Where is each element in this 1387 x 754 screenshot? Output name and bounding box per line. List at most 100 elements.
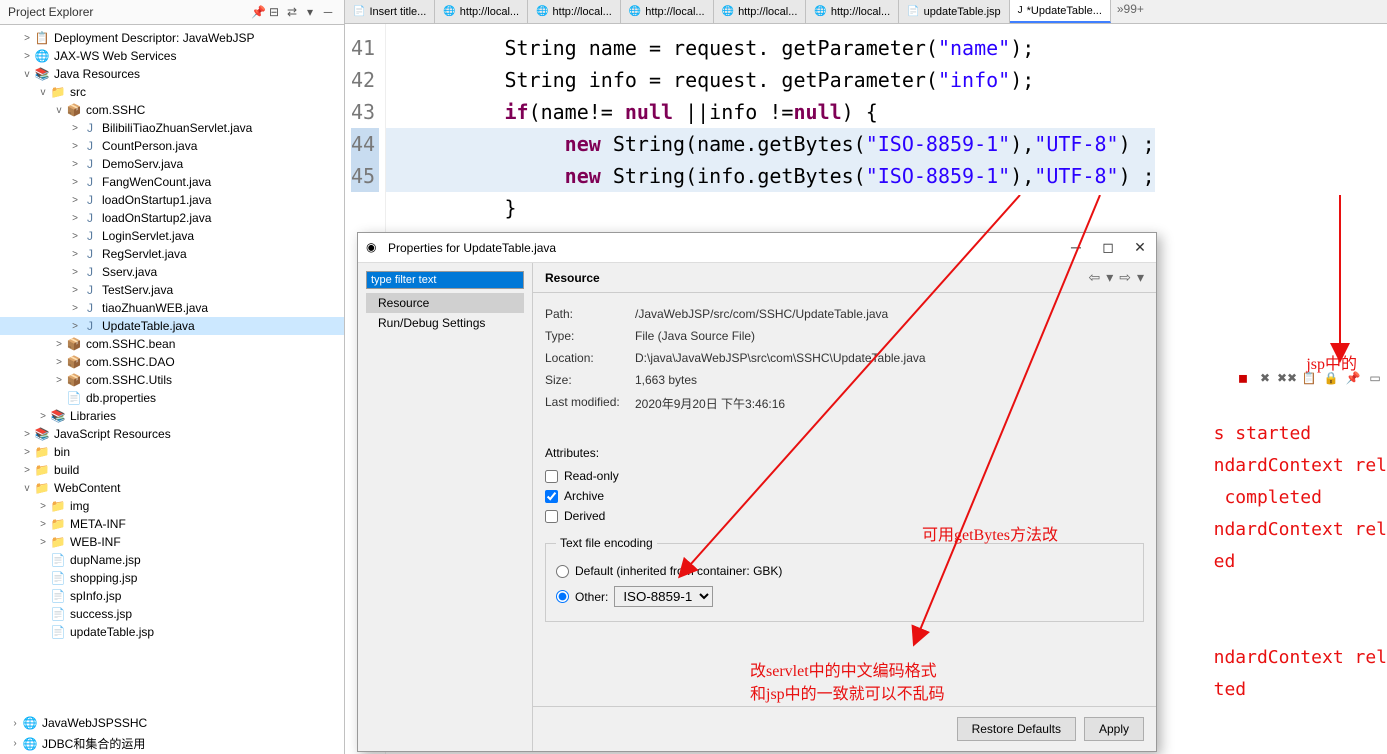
maximize-button[interactable]: ◻: [1100, 239, 1116, 256]
tree-toggle-icon[interactable]: >: [68, 267, 82, 278]
code-line[interactable]: new String(info.getBytes("ISO-8859-1"),"…: [386, 160, 1155, 192]
tree-item[interactable]: >JFangWenCount.java: [0, 173, 344, 191]
code-line[interactable]: String name = request. getParameter("nam…: [396, 32, 1155, 64]
tree-toggle-icon[interactable]: >: [68, 213, 82, 224]
attribute-checkbox[interactable]: [545, 490, 558, 503]
tree-item[interactable]: >📁img: [0, 497, 344, 515]
code-line[interactable]: }: [396, 192, 1155, 224]
minimize-icon[interactable]: ─: [320, 4, 336, 20]
tree-toggle-icon[interactable]: >: [36, 501, 50, 512]
tree-toggle-icon[interactable]: >: [68, 195, 82, 206]
close-button[interactable]: ✕: [1132, 239, 1148, 256]
tree-toggle-icon[interactable]: >: [36, 519, 50, 530]
editor-tab[interactable]: 🌐http://local...: [435, 0, 528, 23]
code-line[interactable]: String info = request. getParameter("inf…: [396, 64, 1155, 96]
tree-item[interactable]: >JDemoServ.java: [0, 155, 344, 173]
collapse-all-icon[interactable]: ⊟: [266, 4, 282, 20]
project-item[interactable]: ›🌐JavaWebJSPSSHC: [4, 713, 151, 733]
minimize-button[interactable]: ─: [1068, 239, 1084, 256]
editor-tab[interactable]: 🌐http://local...: [621, 0, 714, 23]
tree-item[interactable]: >📦com.SSHC.Utils: [0, 371, 344, 389]
tree-item[interactable]: v📁WebContent: [0, 479, 344, 497]
tree-item[interactable]: >JLoginServlet.java: [0, 227, 344, 245]
project-tree[interactable]: >📋Deployment Descriptor: JavaWebJSP>🌐JAX…: [0, 25, 344, 754]
clear-icon[interactable]: 📋: [1301, 370, 1317, 386]
tree-item[interactable]: >JRegServlet.java: [0, 245, 344, 263]
tree-toggle-icon[interactable]: >: [20, 51, 34, 62]
tree-item[interactable]: >JUpdateTable.java: [0, 317, 344, 335]
tree-item[interactable]: >JSserv.java: [0, 263, 344, 281]
terminate-icon[interactable]: ◼: [1235, 370, 1251, 386]
tree-item[interactable]: >📦com.SSHC.DAO: [0, 353, 344, 371]
tree-item[interactable]: >📁META-INF: [0, 515, 344, 533]
encoding-select[interactable]: ISO-8859-1: [614, 586, 713, 607]
tree-toggle-icon[interactable]: >: [68, 321, 82, 332]
dialog-titlebar[interactable]: ◉ Properties for UpdateTable.java ─ ◻ ✕: [358, 233, 1156, 263]
tree-item[interactable]: >JBilibiliTiaoZhuanServlet.java: [0, 119, 344, 137]
attribute-checkbox[interactable]: [545, 470, 558, 483]
editor-tab[interactable]: 📄Insert title...: [345, 0, 435, 23]
editor-tab[interactable]: 🌐http://local...: [714, 0, 807, 23]
tree-item[interactable]: v📚Java Resources: [0, 65, 344, 83]
tree-toggle-icon[interactable]: >: [36, 411, 50, 422]
tree-item[interactable]: v📦com.SSHC: [0, 101, 344, 119]
tree-toggle-icon[interactable]: >: [20, 33, 34, 44]
tree-toggle-icon[interactable]: >: [20, 429, 34, 440]
tree-item[interactable]: v📁src: [0, 83, 344, 101]
menu-icon[interactable]: ▾: [1137, 269, 1144, 286]
forward-arrow-icon[interactable]: ⇨: [1119, 269, 1131, 286]
tree-item[interactable]: >📦com.SSHC.bean: [0, 335, 344, 353]
encoding-default-radio[interactable]: [556, 565, 569, 578]
tree-toggle-icon[interactable]: >: [68, 249, 82, 260]
pin-console-icon[interactable]: 📌: [1345, 370, 1361, 386]
tree-item[interactable]: >JTestServ.java: [0, 281, 344, 299]
tree-toggle-icon[interactable]: >: [36, 537, 50, 548]
tree-item[interactable]: 📄shopping.jsp: [0, 569, 344, 587]
tree-toggle-icon[interactable]: >: [68, 177, 82, 188]
dialog-category[interactable]: Run/Debug Settings: [366, 313, 524, 333]
display-icon[interactable]: ▭: [1367, 370, 1383, 386]
remove-all-icon[interactable]: ✖✖: [1279, 370, 1295, 386]
dialog-category-tree[interactable]: ResourceRun/Debug Settings: [366, 293, 524, 333]
tree-toggle-icon[interactable]: >: [68, 285, 82, 296]
view-menu-icon[interactable]: ▾: [302, 4, 318, 20]
code-line[interactable]: if(name!= null ||info !=null) {: [396, 96, 1155, 128]
tree-toggle-icon[interactable]: >: [52, 375, 66, 386]
tabs-overflow[interactable]: »99+: [1111, 0, 1150, 23]
attribute-checkbox[interactable]: [545, 510, 558, 523]
tree-item[interactable]: >JloadOnStartup2.java: [0, 209, 344, 227]
tree-item[interactable]: >📋Deployment Descriptor: JavaWebJSP: [0, 29, 344, 47]
tree-toggle-icon[interactable]: >: [52, 339, 66, 350]
tree-toggle-icon[interactable]: >: [20, 447, 34, 458]
encoding-other-radio[interactable]: [556, 590, 569, 603]
tree-item[interactable]: >📁WEB-INF: [0, 533, 344, 551]
tree-toggle-icon[interactable]: >: [68, 303, 82, 314]
editor-tab[interactable]: 🌐http://local...: [806, 0, 899, 23]
remove-icon[interactable]: ✖: [1257, 370, 1273, 386]
tree-toggle-icon[interactable]: v: [36, 87, 50, 98]
tree-item[interactable]: 📄dupName.jsp: [0, 551, 344, 569]
tree-toggle-icon[interactable]: v: [20, 483, 34, 494]
tree-item[interactable]: 📄db.properties: [0, 389, 344, 407]
scroll-lock-icon[interactable]: 🔒: [1323, 370, 1339, 386]
tree-toggle-icon[interactable]: >: [68, 231, 82, 242]
tree-toggle-icon[interactable]: >: [20, 465, 34, 476]
editor-tab[interactable]: 📄updateTable.jsp: [899, 0, 1010, 23]
tree-toggle-icon[interactable]: >: [68, 141, 82, 152]
code-line[interactable]: new String(name.getBytes("ISO-8859-1"),"…: [386, 128, 1155, 160]
tree-item[interactable]: >📚JavaScript Resources: [0, 425, 344, 443]
tree-toggle-icon[interactable]: v: [20, 69, 34, 80]
pin-icon[interactable]: 📌: [251, 5, 266, 19]
tree-toggle-icon[interactable]: >: [68, 159, 82, 170]
apply-button[interactable]: Apply: [1084, 717, 1144, 741]
editor-tab[interactable]: J*UpdateTable...: [1010, 0, 1111, 23]
restore-defaults-button[interactable]: Restore Defaults: [957, 717, 1076, 741]
tree-toggle-icon[interactable]: >: [52, 357, 66, 368]
editor-tab[interactable]: 🌐http://local...: [528, 0, 621, 23]
tree-item[interactable]: >🌐JAX-WS Web Services: [0, 47, 344, 65]
dialog-category[interactable]: Resource: [366, 293, 524, 313]
filter-input[interactable]: [366, 271, 524, 289]
tree-item[interactable]: >JtiaoZhuanWEB.java: [0, 299, 344, 317]
project-item[interactable]: ›🌐JDBC和集合的运用: [4, 733, 151, 754]
tree-toggle-icon[interactable]: >: [68, 123, 82, 134]
